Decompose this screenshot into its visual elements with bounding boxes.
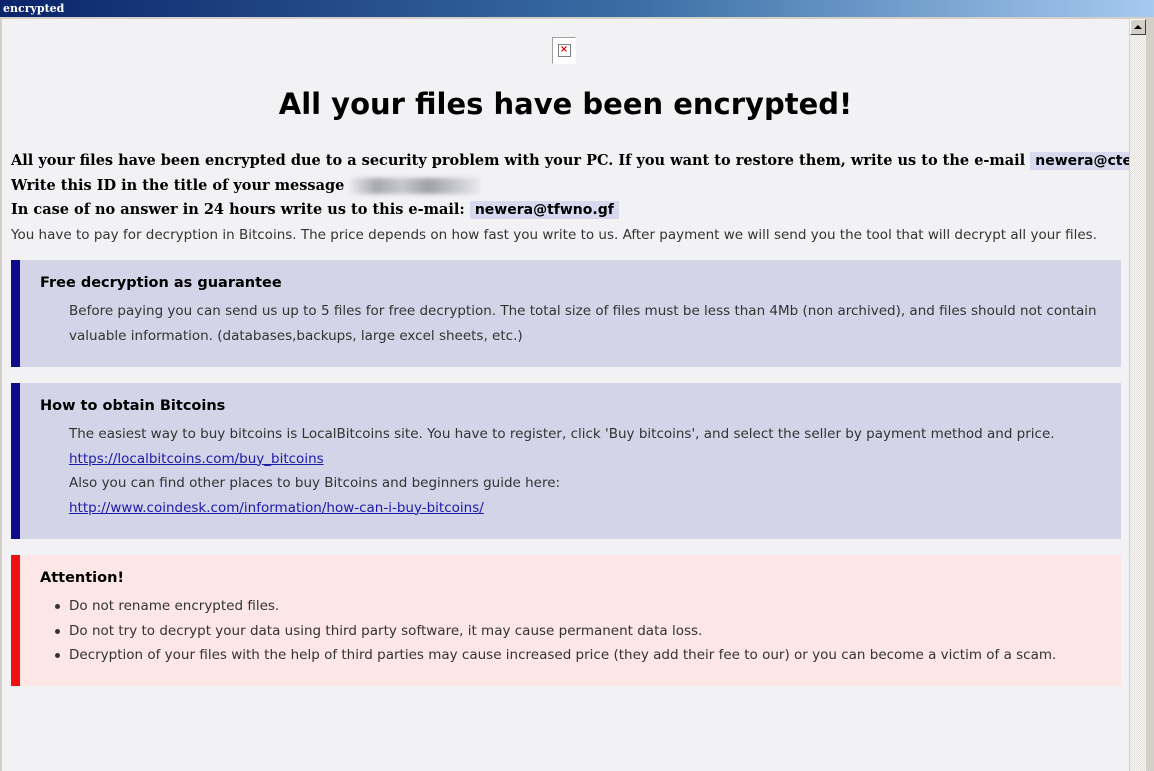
free-decryption-box: Free decryption as guarantee Before payi… bbox=[11, 260, 1121, 367]
intro-line-1: All your files have been encrypted due t… bbox=[11, 152, 1129, 170]
free-decryption-title: Free decryption as guarantee bbox=[40, 275, 282, 291]
redacted-victim-id bbox=[350, 178, 481, 194]
attention-box: Attention! Do not rename encrypted files… bbox=[11, 555, 1121, 686]
attention-title: Attention! bbox=[40, 570, 125, 586]
list-item: Do not rename encrypted files. bbox=[55, 594, 1101, 619]
page-title: All your files have been encrypted! bbox=[278, 87, 853, 121]
obtain-bitcoins-title: How to obtain Bitcoins bbox=[40, 398, 226, 414]
payment-instructions: You have to pay for decryption in Bitcoi… bbox=[11, 227, 1097, 243]
list-item: Decryption of your files with the help o… bbox=[55, 643, 1101, 668]
list-item: Do not try to decrypt your data using th… bbox=[55, 619, 1101, 644]
free-decryption-text: Before paying you can send us up to 5 fi… bbox=[69, 303, 1097, 344]
backup-email[interactable]: newera@tfwno.gf bbox=[469, 201, 619, 219]
scroll-up-arrow-icon[interactable] bbox=[1130, 19, 1146, 35]
intro-line-2: Write this ID in the title of your messa… bbox=[11, 177, 481, 194]
primary-email[interactable]: newera@ctemplar.com bbox=[1030, 152, 1129, 170]
intro-line-3: In case of no answer in 24 hours write u… bbox=[11, 201, 619, 219]
window-border bbox=[1148, 17, 1154, 771]
vertical-scrollbar[interactable] bbox=[1130, 19, 1146, 771]
localbitcoins-link[interactable]: https://localbitcoins.com/buy_bitcoins bbox=[69, 451, 324, 467]
window-frame: × All your files have been encrypted! Al… bbox=[0, 17, 1154, 771]
window-title: encrypted bbox=[3, 2, 65, 15]
broken-image-icon: × bbox=[552, 37, 576, 64]
obtain-bitcoins-box: How to obtain Bitcoins The easiest way t… bbox=[11, 383, 1121, 539]
obtain-bitcoins-text-1: The easiest way to buy bitcoins is Local… bbox=[69, 426, 1055, 442]
coindesk-link[interactable]: http://www.coindesk.com/information/how-… bbox=[69, 500, 484, 516]
attention-list: Do not rename encrypted files. Do not tr… bbox=[40, 594, 1101, 668]
window-title-bar: encrypted bbox=[0, 0, 1154, 17]
obtain-bitcoins-text-2: Also you can find other places to buy Bi… bbox=[69, 475, 561, 491]
ransom-note-page: × All your files have been encrypted! Al… bbox=[2, 19, 1129, 771]
